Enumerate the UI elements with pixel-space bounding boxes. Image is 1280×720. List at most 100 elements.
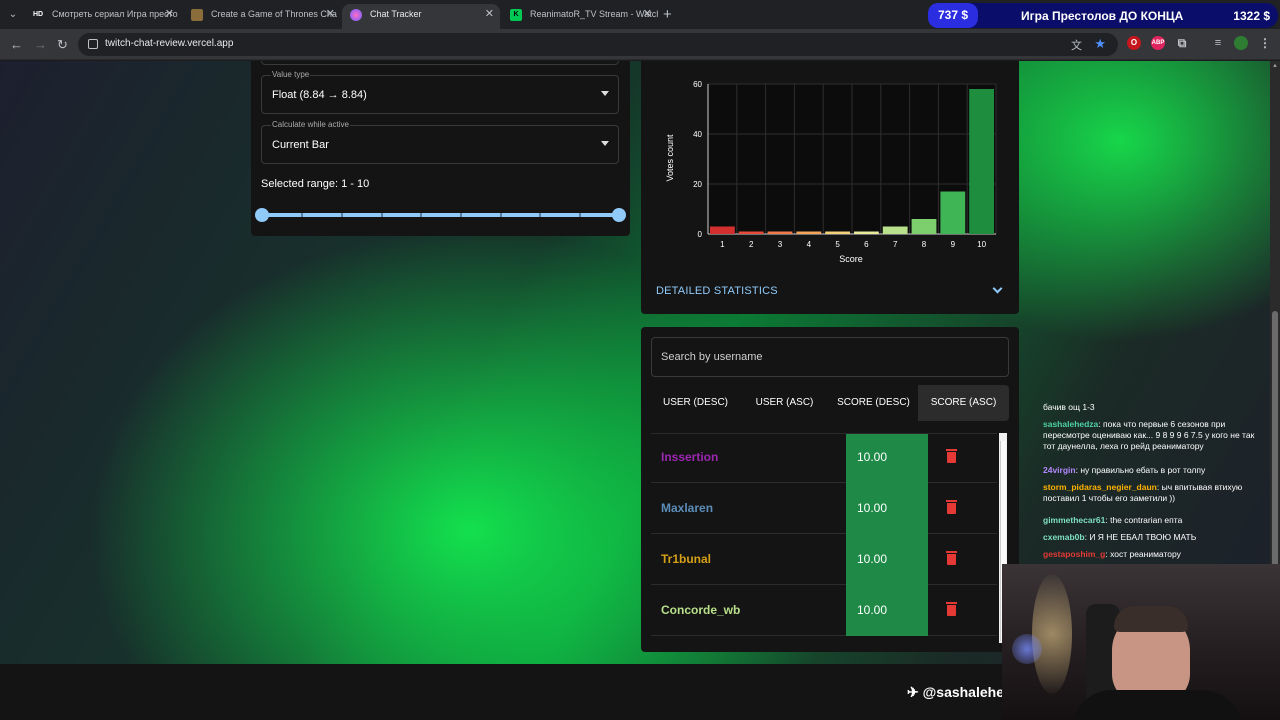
list-item: Inssertion 10.00 (651, 434, 997, 483)
chart-x-tick-label: 2 (749, 240, 754, 249)
telegram-handle-text: @sashalehed (922, 684, 1013, 700)
chart-x-tick-label: 4 (807, 240, 812, 249)
scroll-up-arrow-icon[interactable]: ▲ (1272, 63, 1278, 69)
slider-max-handle[interactable] (612, 208, 626, 222)
site-info-icon[interactable] (88, 39, 98, 49)
chart-bar (710, 226, 735, 234)
forward-arrow-icon[interactable]: → (34, 37, 47, 52)
sort-user-asc-button[interactable]: USER (ASC) (740, 385, 829, 421)
chat-nick: storm_pidaras_negier_daun (1043, 482, 1157, 492)
score-value: 10.00 (857, 450, 888, 464)
chart-x-tick-label: 5 (835, 240, 840, 249)
chat-message: storm_pidaras_negier_daun: ыч впитывая в… (1043, 482, 1268, 504)
slider-tick (460, 213, 462, 217)
tab-search-chevron-icon[interactable]: ⌄ (6, 8, 20, 22)
reload-icon[interactable]: ↻ (57, 37, 68, 53)
tab-create-got[interactable]: Create a Game of Thrones Cha ✕ (183, 4, 341, 29)
close-tab-icon[interactable]: ✕ (485, 4, 494, 25)
username: Concorde_wb (661, 603, 741, 617)
tab-chat-tracker[interactable]: Chat Tracker ✕ (342, 4, 500, 29)
back-arrow-icon[interactable]: ← (10, 37, 23, 52)
chart-bar (854, 231, 879, 234)
chart-bar (825, 231, 850, 234)
chart-x-tick-label: 9 (951, 240, 956, 249)
username: Inssertion (661, 450, 719, 464)
chart-x-tick-label: 3 (778, 240, 783, 249)
chart-bar (796, 231, 822, 234)
telegram-handle[interactable]: ✈ @sashalehed (907, 684, 1013, 701)
close-tab-icon[interactable]: ✕ (643, 4, 652, 25)
browser-toolbar: ← → ↻ twitch-chat-review.vercel.app 文 ★ … (0, 29, 1280, 60)
search-username-input[interactable] (651, 337, 1009, 377)
stream-donation-bar: 737 $ Игра Престолов ДО КОНЦА 1322 $ (928, 3, 1278, 28)
sort-buttons: USER (DESC) USER (ASC) SCORE (DESC) SCOR… (651, 385, 1009, 421)
translate-icon[interactable]: 文 (1071, 37, 1082, 53)
kick-favicon-icon: K (510, 9, 522, 21)
chat-text: : хост реаниматору (1105, 549, 1181, 559)
new-tab-plus-icon[interactable]: + (663, 6, 672, 23)
delete-trash-icon[interactable] (946, 449, 957, 463)
sort-score-desc-button[interactable]: SCORE (DESC) (829, 385, 918, 421)
close-tab-icon[interactable]: ✕ (326, 4, 335, 25)
chat-text: : И Я НЕ ЕБАЛ ТВОЮ МАТЬ (1084, 532, 1197, 542)
chart-x-tick-label: 6 (864, 240, 869, 249)
slider-tick (301, 213, 303, 217)
votes-bar-chart: 0 20 40 60 1 2 3 4 5 6 7 8 9 10 Votes count Score (665, 80, 997, 264)
opera-extension-icon[interactable]: O (1127, 36, 1141, 50)
bookmark-star-icon[interactable]: ★ (1094, 36, 1106, 52)
delete-trash-icon[interactable] (946, 602, 957, 616)
chat-nick: gimmethecar61 (1043, 515, 1106, 525)
chart-y-axis-label: Votes count (665, 134, 675, 182)
score-cell: 10.00 (846, 534, 928, 585)
score-cell: 10.00 (846, 585, 928, 636)
list-item: Tr1bunal 10.00 (651, 534, 997, 585)
streamer-hair (1114, 606, 1188, 632)
tab-reanimator-stream[interactable]: K ReanimatoR_TV Stream - Watch ✕ (502, 4, 658, 29)
chat-text: : the contrarian епта (1105, 515, 1183, 525)
chevron-down-icon[interactable] (992, 283, 1003, 294)
adblock-extension-icon[interactable]: ABP (1151, 36, 1165, 50)
calculate-while-active-select[interactable]: Calculate while active Current Bar (261, 120, 619, 164)
streamer-webcam (1002, 564, 1280, 720)
profile-avatar[interactable] (1234, 36, 1248, 50)
chat-message: gimmethecar61: the contrarian епта (1043, 515, 1268, 526)
sort-score-asc-button[interactable]: SCORE (ASC) (918, 385, 1009, 421)
delete-trash-icon[interactable] (946, 551, 957, 565)
extensions-puzzle-icon[interactable]: ⧉ (1175, 36, 1189, 50)
detailed-statistics-toggle[interactable]: DETAILED STATISTICS (656, 285, 778, 297)
user-score-list: Inssertion 10.00 Maxlaren 10.00 Tr1bunal… (651, 433, 997, 643)
chart-x-axis-label: Score (839, 254, 863, 264)
hd-favicon-icon: HD (32, 11, 44, 18)
dropdown-caret-icon (601, 91, 609, 96)
value-type-value: Float (8.84 → 8.84) (272, 89, 367, 101)
previous-select-field[interactable] (261, 61, 619, 65)
chart-y-ticks: 0 20 40 60 (693, 80, 702, 239)
dropdown-caret-icon (601, 141, 609, 146)
chart-bar (882, 226, 908, 234)
sort-user-desc-button[interactable]: USER (DESC) (651, 385, 740, 421)
score-cell: 10.00 (846, 483, 928, 534)
score-range-slider[interactable] (255, 208, 626, 222)
score-value: 10.00 (857, 501, 888, 515)
chat-message: gestaposhim_g: хост реаниматору (1043, 549, 1268, 560)
slider-tick (420, 213, 422, 217)
chart-bar (969, 89, 994, 234)
chat-text: : ну правильно ебать в рот толпу (1075, 465, 1206, 475)
address-bar[interactable]: twitch-chat-review.vercel.app 文 ★ (78, 33, 1118, 56)
browser-menu-icon[interactable]: ⋮ (1258, 36, 1272, 50)
close-tab-icon[interactable]: ✕ (165, 4, 174, 25)
browser-tab-bar: ⌄ HD Смотреть сериал Игра престо ✕ Creat… (0, 0, 1280, 29)
tab-serial[interactable]: HD Смотреть сериал Игра престо ✕ (24, 4, 180, 29)
calculate-while-active-value: Current Bar (272, 139, 329, 151)
delete-trash-icon[interactable] (946, 500, 957, 514)
reading-list-icon[interactable]: ≡ (1211, 36, 1225, 50)
chart-x-tick-label: 8 (922, 240, 927, 249)
tab-title: Create a Game of Thrones Cha (211, 9, 337, 19)
value-type-select[interactable]: Value type Float (8.84 → 8.84) (261, 70, 619, 114)
chat-message: cxemab0b: И Я НЕ ЕБАЛ ТВОЮ МАТЬ (1043, 532, 1268, 543)
streamer-shirt (1072, 690, 1242, 720)
slider-min-handle[interactable] (255, 208, 269, 222)
chart-bar (738, 231, 764, 234)
chart-bar (767, 231, 793, 234)
slider-tick (539, 213, 541, 217)
